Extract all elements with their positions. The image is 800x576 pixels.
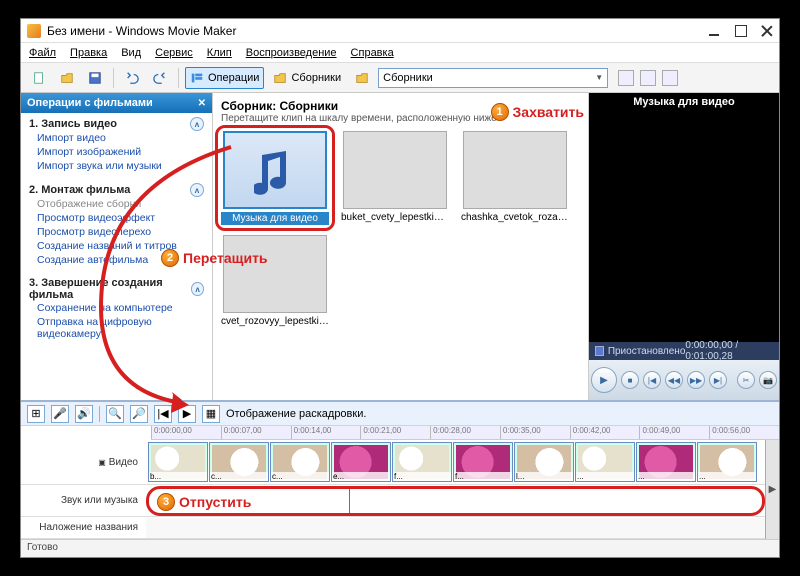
timeline-clip[interactable]: ... bbox=[697, 442, 757, 482]
timeline-clip[interactable]: f... bbox=[392, 442, 452, 482]
menu-clip[interactable]: Клип bbox=[207, 47, 232, 59]
timeline-narrate-button[interactable]: 🎤 bbox=[51, 405, 69, 423]
task-pane: Операции с фильмами✕ 1. Запись видеоʌ Им… bbox=[21, 93, 213, 400]
annotation-grab: 1Захватить bbox=[491, 103, 584, 121]
timeline-clip[interactable]: c... bbox=[270, 442, 330, 482]
snapshot-button[interactable]: 📷 bbox=[759, 371, 777, 389]
thumb-caption: chashka_cvetok_roza_8... bbox=[461, 212, 569, 223]
minimize-button[interactable] bbox=[709, 25, 721, 37]
preview-status: Приостановлено 0:00:00,00 / 0:01:00,28 bbox=[589, 342, 779, 360]
group-capture-header[interactable]: 1. Запись видеоʌ bbox=[29, 117, 204, 131]
app-icon bbox=[27, 24, 41, 38]
link-video-transitions[interactable]: Просмотр видеоперехо bbox=[29, 225, 204, 239]
timeline-storyboard-button[interactable]: ▦ bbox=[202, 405, 220, 423]
timeline-levels-button[interactable]: 🔊 bbox=[75, 405, 93, 423]
link-show-collections[interactable]: Отображение сборни bbox=[29, 197, 204, 211]
maximize-button[interactable] bbox=[735, 25, 747, 37]
chevron-up-icon: ʌ bbox=[190, 117, 204, 131]
link-import-video[interactable]: Импорт видео bbox=[29, 131, 204, 145]
group-finish-header[interactable]: 3. Завершение создания фильмаʌ bbox=[29, 277, 204, 301]
menu-edit[interactable]: Правка bbox=[70, 47, 107, 59]
collection-item[interactable]: buket_cvety_lepestki_be... bbox=[341, 131, 449, 225]
save-button[interactable] bbox=[83, 67, 107, 89]
collection-item[interactable]: chashka_cvetok_roza_8... bbox=[461, 131, 569, 225]
chevron-up-icon: ʌ bbox=[191, 282, 204, 296]
timeline-clip[interactable]: ... bbox=[575, 442, 635, 482]
preview-title: Музыка для видео bbox=[589, 93, 779, 111]
forward-button[interactable]: ▶▶ bbox=[687, 371, 705, 389]
status-bar: Готово bbox=[21, 539, 779, 557]
close-button[interactable] bbox=[761, 25, 773, 37]
window-title: Без имени - Windows Movie Maker bbox=[47, 24, 709, 38]
toolbar: Операции Сборники Сборники▼ bbox=[21, 63, 779, 93]
scroll-right-button[interactable]: ▶ bbox=[765, 440, 779, 539]
menu-view[interactable]: Вид bbox=[121, 47, 141, 59]
annotation-drop: 3Отпустить bbox=[157, 493, 251, 511]
thumb-caption: buket_cvety_lepestki_be... bbox=[341, 212, 449, 223]
preview-canvas bbox=[589, 111, 779, 342]
collections-folder-icon[interactable] bbox=[350, 67, 374, 89]
timeline-clip[interactable]: c... bbox=[209, 442, 269, 482]
video-track[interactable]: ▣Видео b...c...c...e...f...f...l........… bbox=[21, 440, 765, 485]
view-list-icon[interactable] bbox=[662, 70, 678, 86]
menu-help[interactable]: Справка bbox=[351, 47, 394, 59]
menu-play[interactable]: Воспроизведение bbox=[246, 47, 337, 59]
preview-controls: ▶ ■ |◀ ◀◀ ▶▶ ▶| ✂ 📷 bbox=[589, 360, 779, 400]
menu-service[interactable]: Сервис bbox=[155, 47, 193, 59]
open-button[interactable] bbox=[55, 67, 79, 89]
menu-file[interactable]: Файл bbox=[29, 47, 56, 59]
timeline-ruler[interactable]: 0:00:00,000:00:07,000:00:14,000:00:21,00… bbox=[151, 426, 779, 440]
prev-button[interactable]: |◀ bbox=[643, 371, 661, 389]
timeline-clip[interactable]: e... bbox=[331, 442, 391, 482]
timeline-toolbar: ⊞ 🎤 🔊 🔍 🔎 |◀ ▶ ▦ Отображение раскадровки… bbox=[21, 402, 779, 426]
audio-track[interactable]: Звук или музыка 3Отпустить bbox=[21, 485, 765, 517]
pause-icon bbox=[595, 346, 604, 356]
link-import-audio[interactable]: Импорт звука или музыки bbox=[29, 159, 204, 173]
timeline-zoom-button[interactable]: ⊞ bbox=[27, 405, 45, 423]
menubar: Файл Правка Вид Сервис Клип Воспроизведе… bbox=[21, 43, 779, 63]
next-button[interactable]: ▶| bbox=[709, 371, 727, 389]
view-thumb-icon[interactable] bbox=[618, 70, 634, 86]
timeline-clip[interactable]: l... bbox=[514, 442, 574, 482]
view-detail-icon[interactable] bbox=[640, 70, 656, 86]
collection-item[interactable]: Музыка для видео bbox=[221, 131, 329, 225]
link-save-computer[interactable]: Сохранение на компьютере bbox=[29, 301, 204, 315]
chevron-up-icon: ʌ bbox=[190, 183, 204, 197]
rewind-button[interactable]: ◀◀ bbox=[665, 371, 683, 389]
collection-pane: Сборник: Сборники Перетащите клип на шка… bbox=[213, 93, 589, 400]
timeline-clip[interactable]: b... bbox=[148, 442, 208, 482]
timeline-clip[interactable]: f... bbox=[453, 442, 513, 482]
redo-button[interactable] bbox=[148, 67, 172, 89]
new-button[interactable] bbox=[27, 67, 51, 89]
link-import-images[interactable]: Импорт изображений bbox=[29, 145, 204, 159]
timeline-zoomin-button[interactable]: 🔍 bbox=[106, 405, 124, 423]
split-button[interactable]: ✂ bbox=[737, 371, 755, 389]
preview-pane: Музыка для видео Приостановлено 0:00:00,… bbox=[589, 93, 779, 400]
operations-button[interactable]: Операции bbox=[185, 67, 264, 89]
play-button[interactable]: ▶ bbox=[591, 367, 617, 393]
close-icon[interactable]: ✕ bbox=[198, 98, 206, 109]
undo-button[interactable] bbox=[120, 67, 144, 89]
playhead[interactable] bbox=[349, 486, 350, 516]
annotation-drag: 2Перетащить bbox=[161, 249, 268, 267]
link-send-camera[interactable]: Отправка на цифровую видеокамеру bbox=[29, 315, 204, 341]
stop-button[interactable]: ■ bbox=[621, 371, 639, 389]
timeline-play-button[interactable]: ▶ bbox=[178, 405, 196, 423]
titlebar: Без имени - Windows Movie Maker bbox=[21, 19, 779, 43]
title-track[interactable]: Наложение названия bbox=[21, 517, 765, 539]
link-video-effects[interactable]: Просмотр видеоэффект bbox=[29, 211, 204, 225]
thumb-caption: Музыка для видео bbox=[221, 212, 329, 225]
group-edit-header[interactable]: 2. Монтаж фильмаʌ bbox=[29, 183, 204, 197]
task-pane-header: Операции с фильмами✕ bbox=[21, 93, 212, 113]
timeline-mode-label: Отображение раскадровки. bbox=[226, 408, 366, 420]
thumb-caption: cvet_rozovyy_lepestki_r... bbox=[221, 316, 329, 327]
timeline-zoomout-button[interactable]: 🔎 bbox=[130, 405, 148, 423]
collections-button[interactable]: Сборники bbox=[268, 67, 346, 89]
timeline-pane: ⊞ 🎤 🔊 🔍 🔎 |◀ ▶ ▦ Отображение раскадровки… bbox=[21, 400, 779, 539]
timeline-clip[interactable]: ... bbox=[636, 442, 696, 482]
collections-dropdown[interactable]: Сборники▼ bbox=[378, 68, 608, 88]
timeline-rewind-button[interactable]: |◀ bbox=[154, 405, 172, 423]
